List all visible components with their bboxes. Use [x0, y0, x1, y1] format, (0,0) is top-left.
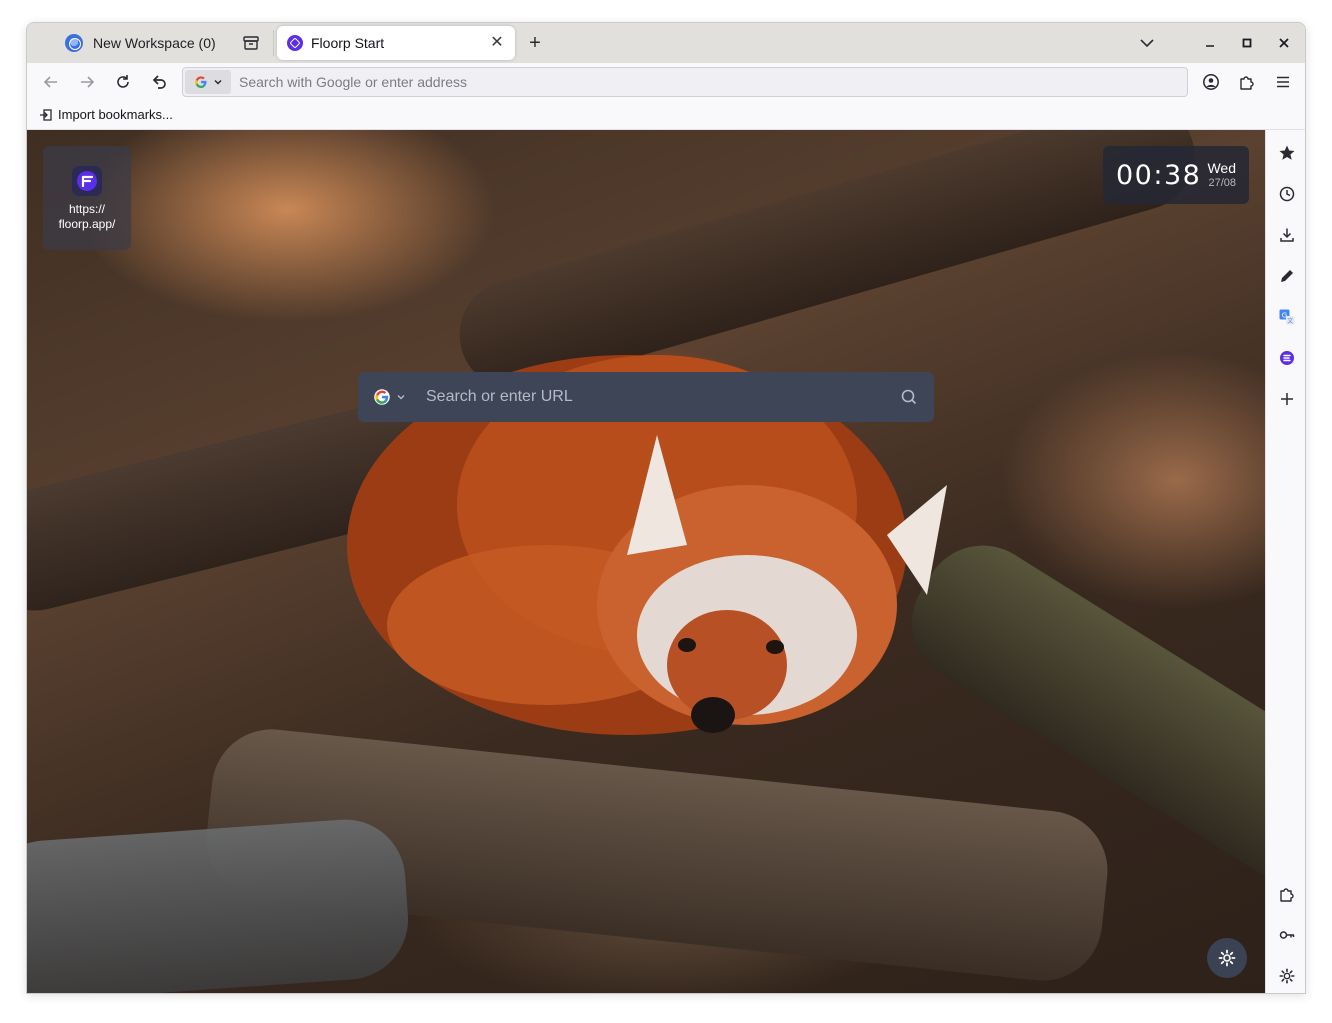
arrow-left-icon: [43, 76, 57, 88]
back-button[interactable]: [39, 70, 63, 94]
new-tab-button[interactable]: +: [524, 32, 546, 54]
newtab-engine-selector[interactable]: [374, 389, 426, 405]
tab-bar: New Workspace (0) Floorp Start ✕ +: [27, 23, 1305, 63]
clock-date: 27/08: [1208, 177, 1236, 189]
floorp-logo-icon: [72, 166, 102, 196]
plus-icon: [1281, 393, 1293, 405]
shortcut-tile[interactable]: https:// floorp.app/: [43, 146, 131, 250]
forward-button[interactable]: [75, 70, 99, 94]
bookmarks-toolbar: Import bookmarks...: [27, 101, 1305, 130]
chevron-down-icon: [397, 395, 405, 400]
reload-icon: [117, 75, 129, 88]
sidebar: G文: [1265, 130, 1305, 993]
clock-day: Wed: [1207, 160, 1236, 176]
minimize-button[interactable]: [1200, 33, 1220, 53]
new-tab-page: https:// floorp.app/ 00:38 Wed 27/08 Sea…: [27, 130, 1265, 993]
chevron-down-icon[interactable]: [1137, 33, 1157, 53]
floorp-icon: [1280, 351, 1294, 365]
sidebar-settings-button[interactable]: [1275, 964, 1299, 988]
reload-button[interactable]: [111, 70, 135, 94]
search-engine-selector[interactable]: [185, 70, 231, 94]
close-icon: [1279, 38, 1289, 48]
puzzle-icon: [1280, 888, 1294, 902]
sidebar-notes-button[interactable]: [1275, 264, 1299, 288]
google-icon: [374, 389, 390, 405]
svg-text:文: 文: [1287, 317, 1293, 325]
history-icon: [1279, 186, 1295, 202]
undo-close-tab-button[interactable]: [147, 70, 171, 94]
tab-separator: [273, 30, 274, 56]
account-button[interactable]: [1199, 70, 1223, 94]
google-icon: [194, 76, 206, 88]
translate-icon: G文: [1279, 309, 1295, 325]
workspace-button[interactable]: New Workspace (0): [57, 30, 224, 56]
floorp-favicon-icon: [287, 35, 303, 51]
newtab-search-input[interactable]: Search or enter URL: [426, 388, 900, 406]
sidebar-downloads-button[interactable]: [1275, 223, 1299, 247]
chevron-down-icon: [213, 79, 222, 85]
search-icon[interactable]: [900, 388, 918, 406]
import-icon: [40, 108, 52, 121]
maximize-button[interactable]: [1237, 33, 1257, 53]
sidebar-add-button[interactable]: [1275, 387, 1299, 411]
gear-icon: [1218, 949, 1236, 967]
close-window-button[interactable]: [1274, 33, 1294, 53]
workspace-icon: [65, 34, 83, 52]
clock-date-block: Wed 27/08: [1207, 160, 1236, 190]
star-icon: [1279, 145, 1295, 160]
workspace-label: New Workspace (0): [93, 35, 216, 51]
newtab-search-box[interactable]: Search or enter URL: [358, 372, 934, 422]
archive-icon[interactable]: [242, 34, 260, 52]
shortcut-label: https:// floorp.app/: [58, 202, 116, 231]
minimize-icon: [1206, 45, 1214, 47]
sidebar-passwords-button[interactable]: [1275, 923, 1299, 947]
sidebar-translate-button[interactable]: G文: [1275, 305, 1299, 329]
key-icon: [1279, 931, 1295, 939]
import-bookmarks-button[interactable]: Import bookmarks...: [39, 107, 173, 122]
hamburger-icon: [1277, 76, 1289, 88]
newtab-settings-button[interactable]: [1207, 938, 1247, 978]
clock-time: 00:38: [1116, 159, 1202, 191]
url-bar[interactable]: Search with Google or enter address: [182, 67, 1188, 97]
extensions-button[interactable]: [1235, 70, 1259, 94]
menu-button[interactable]: [1271, 70, 1295, 94]
import-bookmarks-label: Import bookmarks...: [58, 107, 173, 122]
arrow-right-icon: [81, 76, 95, 88]
download-icon: [1280, 228, 1294, 242]
tab-title: Floorp Start: [311, 35, 385, 51]
sidebar-addons-button[interactable]: [1275, 882, 1299, 906]
sidebar-bookmarks-button[interactable]: [1275, 141, 1299, 165]
gear-icon: [1279, 968, 1295, 984]
sidebar-floorp-button[interactable]: [1275, 346, 1299, 370]
url-input[interactable]: Search with Google or enter address: [239, 74, 467, 90]
pen-icon: [1281, 270, 1293, 282]
maximize-icon: [1242, 38, 1252, 48]
background-log: [27, 815, 413, 993]
puzzle-icon: [1240, 76, 1254, 90]
tab-floorp-start[interactable]: Floorp Start ✕: [277, 26, 515, 60]
account-icon: [1203, 74, 1219, 90]
sidebar-history-button[interactable]: [1275, 182, 1299, 206]
browser-window: New Workspace (0) Floorp Start ✕ + Searc…: [26, 22, 1306, 994]
floorp-logo-glyph: [77, 171, 97, 191]
close-tab-icon[interactable]: ✕: [489, 35, 505, 51]
clock-widget: 00:38 Wed 27/08: [1103, 146, 1249, 204]
undo-icon: [152, 75, 166, 89]
navigation-toolbar: Search with Google or enter address: [27, 63, 1305, 101]
